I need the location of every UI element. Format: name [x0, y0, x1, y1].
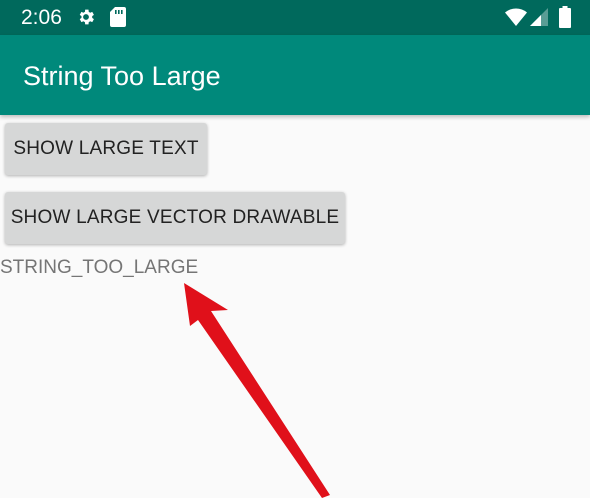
- battery-icon: [559, 6, 571, 28]
- show-large-text-button[interactable]: SHOW LARGE TEXT: [5, 123, 207, 175]
- gear-icon: [79, 9, 94, 25]
- status-bar: 2:06: [0, 0, 590, 35]
- phone-screen: 2:06 String Too Large SHOW LARGE TEXT SH…: [0, 0, 590, 498]
- status-time: 2:06: [21, 6, 62, 29]
- signal-icon: [530, 8, 548, 26]
- wifi-icon: [505, 8, 527, 26]
- result-text: STRING_TOO_LARGE: [0, 257, 199, 278]
- show-large-vector-drawable-button[interactable]: SHOW LARGE VECTOR DRAWABLE: [5, 192, 345, 244]
- app-bar: String Too Large: [0, 35, 590, 115]
- app-title: String Too Large: [23, 61, 221, 91]
- sd-card-icon: [110, 7, 126, 27]
